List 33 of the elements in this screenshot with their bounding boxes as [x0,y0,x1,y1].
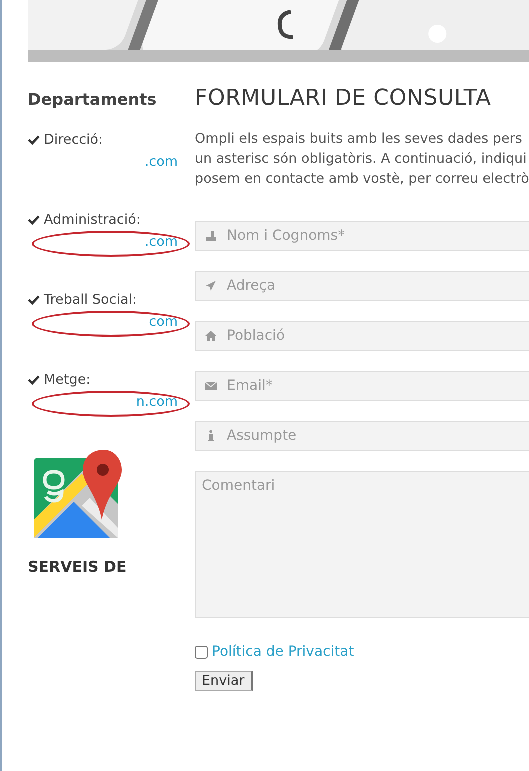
input-field[interactable]: Email* [195,371,529,401]
comment-field[interactable]: Comentari [195,471,529,618]
user-icon [205,230,217,242]
input-field[interactable]: Adreça [195,271,529,301]
email-link[interactable]: .com [144,154,178,170]
submit-button[interactable]: Enviar [195,671,253,691]
department-label: Direcció: [44,132,104,148]
check-icon [28,294,40,304]
input-field[interactable]: Assumpte [195,421,529,451]
sidebar-heading: Departaments [28,90,158,110]
info-icon [205,430,217,442]
privacy-checkbox[interactable] [195,646,208,658]
intro-text: Ompli els espais buits amb les seves dades pers [195,130,524,149]
department-label: Administració: [44,212,141,228]
check-icon [28,214,40,224]
check-icon [28,134,40,144]
email-link[interactable]: com [149,314,178,330]
input-field[interactable]: Població [195,321,529,351]
privacy-link[interactable]: Política de Privacitat [212,644,354,660]
email-link[interactable]: n.com [136,394,178,410]
input-field[interactable]: Nom i Cognoms* [195,221,529,251]
email-link[interactable]: .com [144,234,178,250]
intro-text: posem en contacte amb vostè, per correu electrò [195,170,529,189]
intro-text: un asterisc són obligatòris. A continuació, indiqui [195,150,528,169]
form-title: FORMULARI DE CONSULTA [195,86,492,111]
department-label: Treball Social: [44,292,138,308]
check-icon [28,374,40,384]
department-label: Metge: [44,372,91,388]
home-icon [205,330,217,342]
envelope-icon [205,380,217,392]
send-icon [205,280,217,292]
map-pin-icon[interactable] [34,450,122,538]
section-heading: SERVEIS DE [28,558,128,576]
